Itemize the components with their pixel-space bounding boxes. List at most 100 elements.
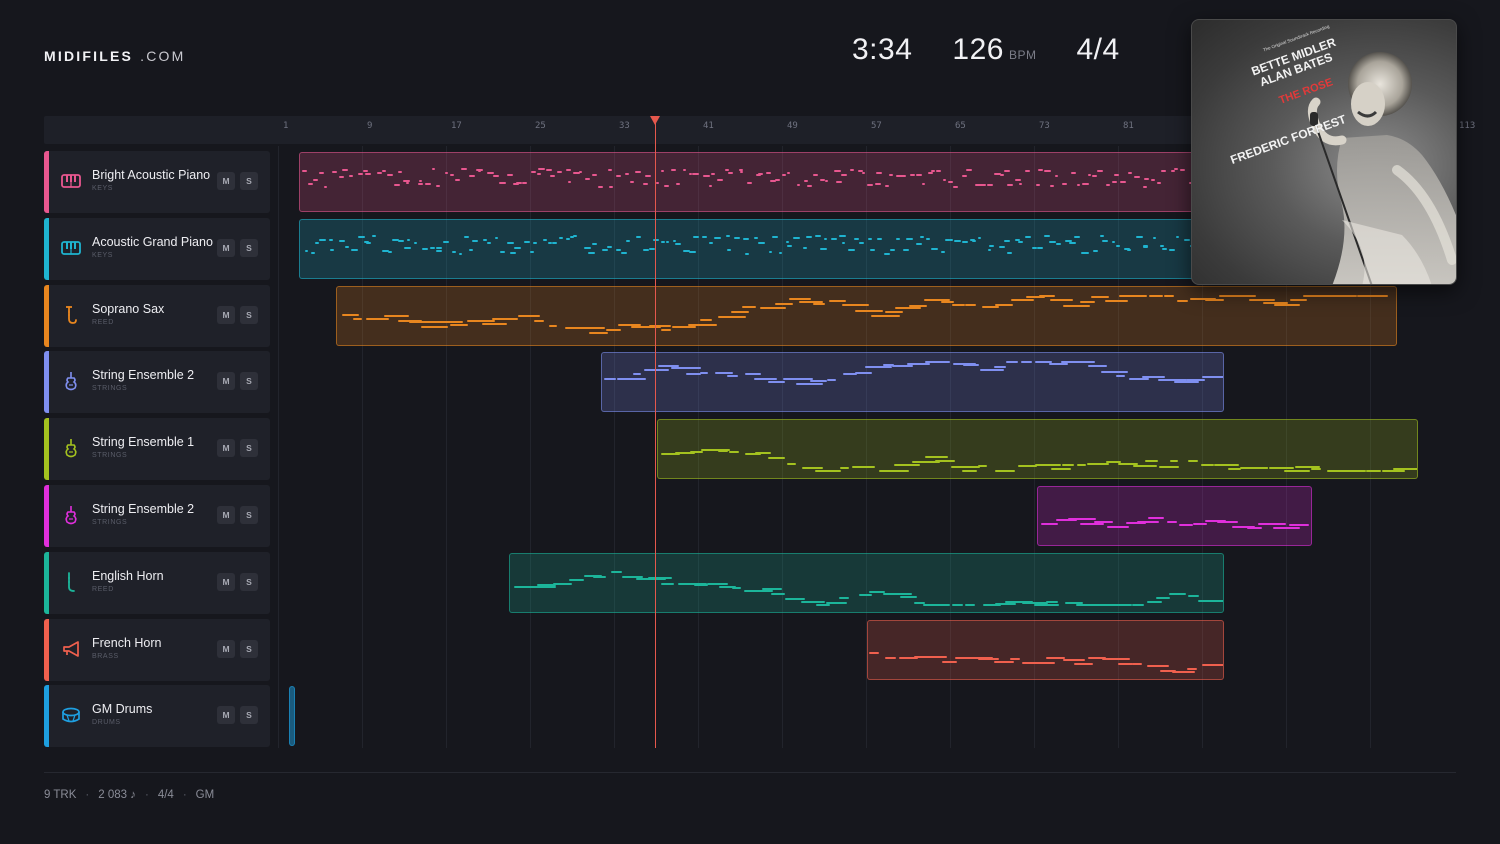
- ruler-tick: 1: [283, 121, 289, 131]
- solo-button[interactable]: S: [240, 372, 258, 390]
- note-count: 2 083 ♪: [98, 789, 136, 801]
- midi-note: [673, 240, 677, 243]
- mute-button[interactable]: M: [217, 706, 235, 724]
- midi-note: [648, 577, 672, 580]
- solo-button[interactable]: S: [240, 239, 258, 257]
- midi-note: [879, 470, 909, 472]
- midi-note: [643, 248, 649, 251]
- solo-button[interactable]: S: [240, 506, 258, 524]
- mute-button[interactable]: M: [217, 172, 235, 190]
- midi-note: [469, 175, 475, 178]
- midi-clip[interactable]: [509, 553, 1224, 613]
- track-color-stripe: [44, 685, 49, 747]
- midi-note: [1188, 459, 1199, 462]
- mute-button[interactable]: M: [217, 439, 235, 457]
- mute-button[interactable]: M: [217, 573, 235, 591]
- midi-note: [459, 252, 463, 255]
- track-color-stripe: [44, 418, 49, 480]
- mute-button[interactable]: M: [217, 640, 235, 658]
- midi-note: [630, 180, 635, 183]
- midi-note: [866, 466, 875, 469]
- midi-note: [951, 465, 981, 468]
- midi-note: [593, 576, 607, 579]
- mute-button[interactable]: M: [217, 372, 235, 390]
- track-header[interactable]: Soprano Sax REED M S: [44, 285, 270, 347]
- midi-note: [609, 246, 613, 249]
- midi-note: [661, 582, 675, 585]
- midi-note: [422, 247, 428, 250]
- album-cover: The Original Soundtrack Recording BETTE …: [1191, 19, 1457, 285]
- midi-note: [372, 235, 377, 238]
- midi-note: [546, 169, 552, 172]
- midi-note: [931, 170, 935, 172]
- midi-note: [1177, 300, 1189, 303]
- track-header[interactable]: GM Drums DRUMS M S: [44, 685, 270, 747]
- midi-note: [1101, 371, 1128, 374]
- midi-note: [644, 368, 669, 371]
- midi-note: [319, 172, 324, 175]
- midi-note: [980, 368, 1004, 371]
- midi-clip[interactable]: [289, 686, 295, 746]
- track-header[interactable]: Bright Acoustic Piano KEYS M S: [44, 151, 270, 213]
- midi-note: [825, 179, 828, 182]
- mute-button[interactable]: M: [217, 506, 235, 524]
- mute-button[interactable]: M: [217, 306, 235, 324]
- midi-note: [948, 180, 954, 183]
- midi-note: [1049, 363, 1068, 366]
- midi-note: [747, 181, 753, 184]
- midi-note: [592, 173, 597, 176]
- solo-button[interactable]: S: [240, 172, 258, 190]
- track-color-stripe: [44, 218, 49, 280]
- midi-note: [419, 180, 423, 183]
- midi-clip[interactable]: [657, 419, 1418, 479]
- solo-button[interactable]: S: [240, 573, 258, 591]
- midi-note: [922, 182, 926, 185]
- footer-divider: [44, 772, 1456, 773]
- midi-note: [1136, 235, 1143, 238]
- midi-clip[interactable]: [867, 620, 1224, 680]
- midi-clip[interactable]: [299, 219, 1204, 279]
- midi-note: [1080, 523, 1105, 526]
- midi-note: [404, 246, 411, 249]
- midi-clip[interactable]: [601, 352, 1224, 412]
- solo-button[interactable]: S: [240, 640, 258, 658]
- solo-button[interactable]: S: [240, 439, 258, 457]
- midi-note: [895, 307, 922, 310]
- midi-note: [604, 378, 616, 381]
- midi-note: [566, 237, 570, 240]
- midi-note: [782, 173, 787, 176]
- midi-note: [1018, 241, 1024, 244]
- track-header[interactable]: French Horn BRASS M S: [44, 619, 270, 681]
- track-color-stripe: [44, 351, 49, 413]
- midi-note: [855, 371, 872, 374]
- playhead[interactable]: [655, 122, 656, 748]
- solo-button[interactable]: S: [240, 306, 258, 324]
- midi-note: [940, 603, 950, 606]
- track-header[interactable]: English Horn REED M S: [44, 552, 270, 614]
- track-header[interactable]: String Ensemble 2 STRINGS M S: [44, 485, 270, 547]
- mute-button[interactable]: M: [217, 239, 235, 257]
- midi-note: [1147, 601, 1163, 604]
- midi-note: [351, 248, 358, 251]
- midi-note: [534, 319, 545, 322]
- track-header[interactable]: String Ensemble 1 STRINGS M S: [44, 418, 270, 480]
- midi-clip[interactable]: [336, 286, 1397, 346]
- midi-note: [743, 237, 749, 240]
- midi-note: [686, 372, 702, 375]
- ruler-tick: 57: [871, 121, 882, 131]
- midi-note: [527, 586, 557, 589]
- ruler-tick: 81: [1123, 121, 1134, 131]
- track-color-stripe: [44, 619, 49, 681]
- midi-note: [839, 596, 850, 599]
- track-header[interactable]: Acoustic Grand Piano KEYS M S: [44, 218, 270, 280]
- track-header[interactable]: String Ensemble 2 STRINGS M S: [44, 351, 270, 413]
- midi-note: [407, 239, 411, 242]
- midi-clip[interactable]: [299, 152, 1204, 212]
- midi-note: [1062, 463, 1074, 466]
- midi-note: [1235, 295, 1256, 297]
- solo-button[interactable]: S: [240, 706, 258, 724]
- midi-note: [645, 175, 651, 178]
- midi-note: [1201, 463, 1215, 466]
- midi-note: [709, 241, 714, 244]
- midi-clip[interactable]: [1037, 486, 1312, 546]
